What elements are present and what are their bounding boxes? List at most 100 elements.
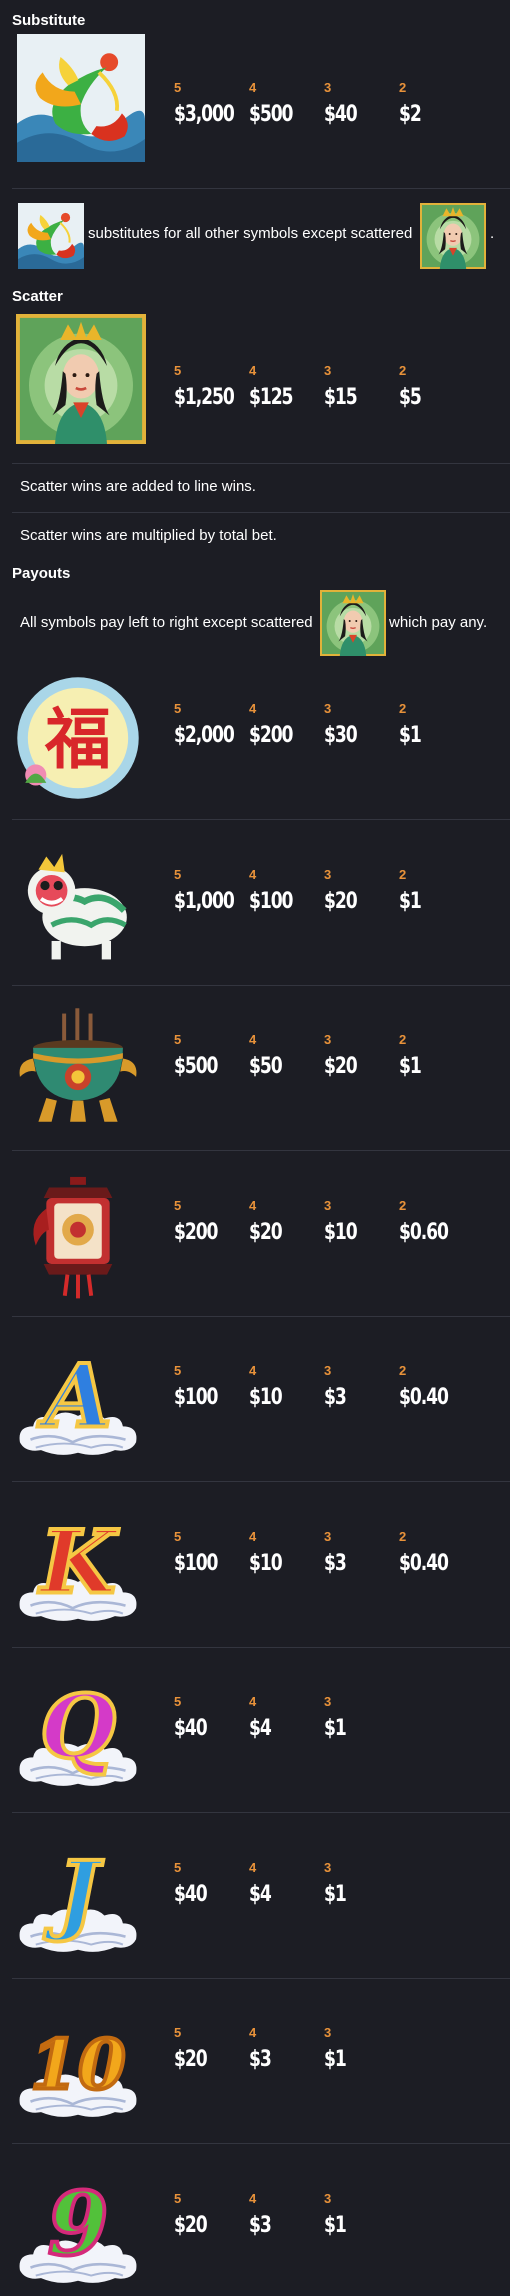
pay-count: 5	[174, 867, 182, 882]
pay-amount: $1	[324, 2047, 347, 2072]
lantern-icon	[12, 1169, 144, 1301]
phoenix-icon	[16, 34, 146, 162]
pay-amount: $1	[399, 1054, 422, 1079]
incense-burner-icon	[12, 1003, 144, 1135]
pay-count: 5	[174, 1198, 182, 1213]
pay-amount: $20	[174, 2047, 208, 2072]
divider	[12, 819, 510, 820]
pay-count: 4	[249, 363, 257, 378]
pay-amount: $40	[174, 1716, 208, 1741]
pay-amount: $500	[249, 102, 293, 127]
pay-amount: $2,000	[174, 723, 235, 748]
letter-j-icon: J	[12, 1831, 144, 1963]
divider	[12, 188, 510, 189]
pay-count: 5	[174, 2191, 182, 2206]
symbol-glyph: Q	[40, 1675, 116, 1778]
pay-count: 5	[174, 363, 182, 378]
pay-amount: $1,000	[174, 889, 235, 914]
pay-count: 5	[174, 2025, 182, 2040]
payout-row: J 5 $40 4 $4 3 $1	[12, 1814, 510, 1979]
pay-count: 3	[324, 867, 332, 882]
pay-count: 4	[249, 867, 257, 882]
pay-count: 5	[174, 80, 182, 95]
pay-count: 3	[324, 1363, 332, 1378]
pay-count: 3	[324, 1694, 332, 1709]
pay-amount: $4	[249, 1882, 272, 1907]
pay-amount: $3	[324, 1385, 347, 1410]
pay-count: 2	[399, 1529, 407, 1544]
symbol-glyph: 10	[30, 2025, 126, 2105]
payout-row: 5 $2,000 4 $200 3 $30 2 $1	[12, 655, 510, 820]
scatter-note: Scatter wins are multiplied by total bet…	[20, 527, 277, 544]
pay-amount: $3	[324, 1551, 347, 1576]
symbol-glyph: 9	[48, 2172, 109, 2275]
pay-amount: $50	[249, 1054, 283, 1079]
letter-k-icon: K	[12, 1500, 144, 1632]
pay-count: 2	[399, 701, 407, 716]
pay-amount: $200	[249, 723, 293, 748]
pay-amount: $10	[249, 1551, 283, 1576]
pay-amount: $125	[249, 385, 293, 410]
section-heading-payouts: Payouts	[12, 565, 71, 582]
divider	[12, 512, 510, 513]
number-10-icon: 10	[12, 1996, 144, 2128]
pay-amount: $40	[324, 102, 358, 127]
pay-count: 5	[174, 1860, 182, 1875]
pay-amount: $0.40	[399, 1551, 449, 1576]
payout-row: 9 5 $20 4 $3 3 $1	[12, 2145, 510, 2296]
letter-q-icon: Q	[12, 1665, 144, 1797]
pay-amount: $0.60	[399, 1220, 449, 1245]
pay-count: 4	[249, 1363, 257, 1378]
lion-dancer-icon	[12, 838, 144, 970]
payout-row: 5 $1,000 4 $100 3 $20 2 $1	[12, 821, 510, 986]
pay-amount: $1	[324, 1716, 347, 1741]
pay-amount: $3,000	[174, 102, 235, 127]
phoenix-icon	[18, 203, 84, 269]
pay-amount: $1	[399, 723, 422, 748]
divider	[12, 1812, 510, 1813]
pay-count: 3	[324, 701, 332, 716]
payout-row: K 5 $100 4 $10 3 $3 2 $0.40	[12, 1483, 510, 1648]
scatter-row: 5 $1,250 4 $125 3 $15 2 $5	[12, 313, 510, 447]
pay-amount: $40	[174, 1882, 208, 1907]
pay-amount: $20	[324, 1054, 358, 1079]
letter-a-icon: A	[12, 1334, 144, 1466]
pay-amount: $20	[174, 2213, 208, 2238]
pay-count: 3	[324, 1032, 332, 1047]
pay-count: 5	[174, 1032, 182, 1047]
payout-row: 10 5 $20 4 $3 3 $1	[12, 1979, 510, 2144]
pay-count: 3	[324, 2191, 332, 2206]
pay-amount: $100	[174, 1551, 218, 1576]
payout-row: Q 5 $40 4 $4 3 $1	[12, 1648, 510, 1813]
substitute-note-end: .	[490, 225, 495, 242]
symbol-glyph: A	[37, 1344, 112, 1447]
pay-count: 4	[249, 80, 257, 95]
section-heading-substitute: Substitute	[12, 12, 86, 29]
pay-count: 5	[174, 701, 182, 716]
pay-count: 2	[399, 1032, 407, 1047]
pay-count: 3	[324, 1860, 332, 1875]
number-9-icon: 9	[12, 2162, 144, 2294]
pay-count: 3	[324, 1529, 332, 1544]
scatter-note: Scatter wins are added to line wins.	[20, 478, 256, 495]
pay-count: 2	[399, 1198, 407, 1213]
pay-count: 4	[249, 1529, 257, 1544]
section-heading-scatter: Scatter	[12, 288, 63, 305]
pay-count: 4	[249, 1860, 257, 1875]
pay-count: 4	[249, 2025, 257, 2040]
pay-count: 5	[174, 1694, 182, 1709]
empress-icon	[16, 313, 146, 445]
pay-amount: $5	[399, 385, 422, 410]
pay-amount: $4	[249, 1716, 272, 1741]
pay-count: 2	[399, 80, 407, 95]
pay-count: 2	[399, 363, 407, 378]
payout-row: 5 $200 4 $20 3 $10 2 $0.60	[12, 1152, 510, 1317]
divider	[12, 2143, 510, 2144]
pay-count: 5	[174, 1363, 182, 1378]
fortune-coin-icon	[12, 672, 144, 804]
pay-amount: $100	[249, 889, 293, 914]
divider	[12, 463, 510, 464]
pay-count: 4	[249, 1198, 257, 1213]
pay-amount: $1	[399, 889, 422, 914]
pay-count: 4	[249, 2191, 257, 2206]
